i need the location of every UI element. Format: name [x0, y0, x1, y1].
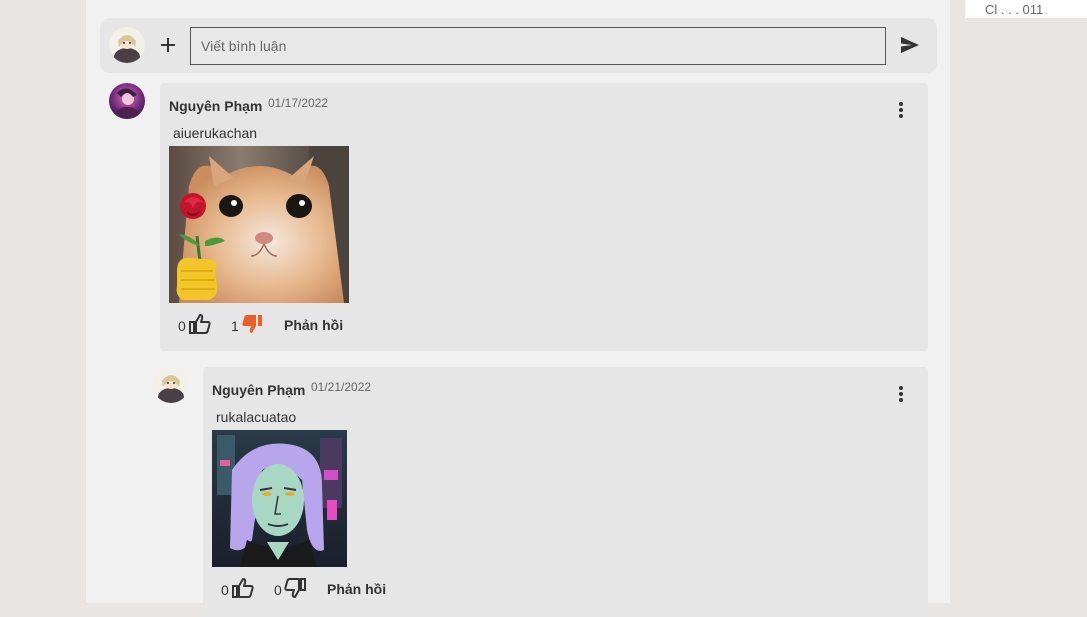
- like-count: 0: [178, 318, 186, 334]
- dislike-count: 1: [231, 318, 239, 334]
- comment-compose-bar: [100, 18, 937, 73]
- right-side-card: Cl . . . 011: [965, 0, 1087, 18]
- comment-options-button[interactable]: [897, 385, 905, 403]
- comment-author-name[interactable]: Nguyên Phạm: [212, 382, 305, 398]
- thumbs-up-icon: [232, 578, 254, 598]
- dislike-button[interactable]: [284, 578, 306, 601]
- like-button[interactable]: [232, 578, 254, 601]
- current-user-avatar[interactable]: [109, 27, 145, 63]
- reply-button[interactable]: Phản hồi: [327, 581, 386, 597]
- reply-author-avatar[interactable]: [153, 367, 189, 403]
- comment-author-avatar[interactable]: [109, 83, 145, 119]
- comment-date: 01/17/2022: [268, 96, 329, 110]
- more-vert-icon: [899, 102, 903, 118]
- reply-comment-card: Nguyên Phạm 01/21/2022 rukalacuatao 0 0 …: [203, 367, 928, 617]
- send-comment-button[interactable]: [899, 35, 921, 55]
- more-vert-icon: [899, 386, 903, 402]
- add-attachment-button[interactable]: [158, 34, 178, 56]
- thumbs-up-icon: [189, 314, 211, 334]
- comment-author-name[interactable]: Nguyên Phạm: [169, 98, 262, 114]
- dislike-count: 0: [274, 582, 282, 598]
- like-button[interactable]: [189, 314, 211, 337]
- comment-text: rukalacuatao: [216, 409, 297, 425]
- thumbs-down-icon: [284, 578, 306, 598]
- comment-input[interactable]: [190, 27, 886, 65]
- comment-attached-image[interactable]: [212, 430, 347, 567]
- comment-actions: 0 1 Phản hồi: [178, 314, 378, 336]
- send-icon: [901, 37, 919, 53]
- comment-text: aiuerukachan: [173, 125, 258, 141]
- reply-button[interactable]: Phản hồi: [284, 317, 343, 333]
- comment-date: 01/21/2022: [311, 380, 372, 394]
- thumbs-down-icon: [242, 315, 262, 333]
- comment-actions: 0 0 Phản hồi: [221, 578, 421, 600]
- comment-attached-image[interactable]: [169, 146, 349, 303]
- comment-options-button[interactable]: [897, 101, 905, 119]
- plus-icon: [161, 38, 175, 52]
- right-side-card-text: Cl . . . 011: [985, 2, 1044, 17]
- dislike-button[interactable]: [241, 314, 263, 337]
- like-count: 0: [221, 582, 229, 598]
- comment-card: Nguyên Phạm 01/17/2022 aiuerukachan 0 1 …: [160, 83, 928, 351]
